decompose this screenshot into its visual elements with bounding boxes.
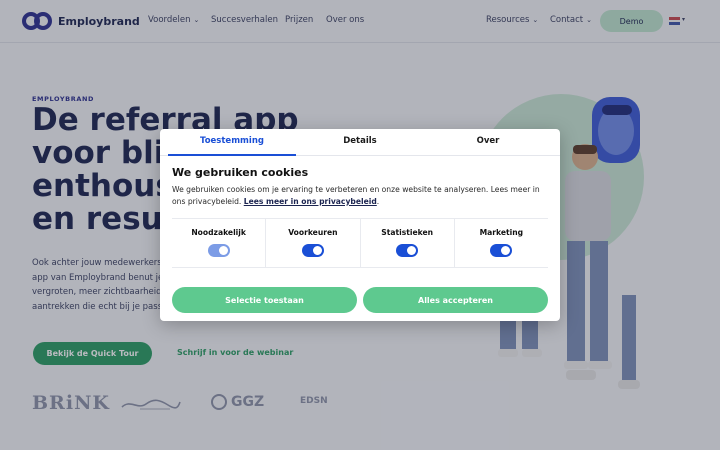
cookie-tabs: Toestemming Details Over (160, 129, 560, 156)
cookie-categories: Noodzakelijk Voorkeuren Statistieken Mar… (172, 218, 548, 268)
category-label: Noodzakelijk (191, 228, 246, 237)
cookie-consent-dialog: Toestemming Details Over We gebruiken co… (160, 129, 560, 321)
allow-selection-button[interactable]: Selectie toestaan (172, 287, 357, 313)
category-label: Marketing (479, 228, 524, 237)
active-tab-indicator (168, 154, 296, 156)
tab-over[interactable]: Over (424, 136, 552, 146)
privacy-policy-link[interactable]: Lees meer in ons privacybeleid (244, 197, 377, 206)
cookie-title: We gebruiken cookies (172, 166, 309, 179)
category-voorkeuren: Voorkeuren (266, 219, 361, 267)
category-label: Voorkeuren (288, 228, 338, 237)
category-noodzakelijk: Noodzakelijk (172, 219, 267, 267)
toggle-statistieken[interactable] (396, 244, 419, 257)
toggle-noodzakelijk (207, 244, 230, 257)
toggle-voorkeuren[interactable] (301, 244, 324, 257)
tab-toestemming[interactable]: Toestemming (168, 136, 296, 146)
cookie-description: We gebruiken cookies om je ervaring te v… (172, 185, 540, 206)
toggle-marketing[interactable] (490, 244, 513, 257)
category-label: Statistieken (381, 228, 433, 237)
category-marketing: Marketing (455, 219, 548, 267)
accept-all-button[interactable]: Alles accepteren (363, 287, 548, 313)
category-statistieken: Statistieken (361, 219, 455, 267)
tab-details[interactable]: Details (296, 136, 424, 146)
